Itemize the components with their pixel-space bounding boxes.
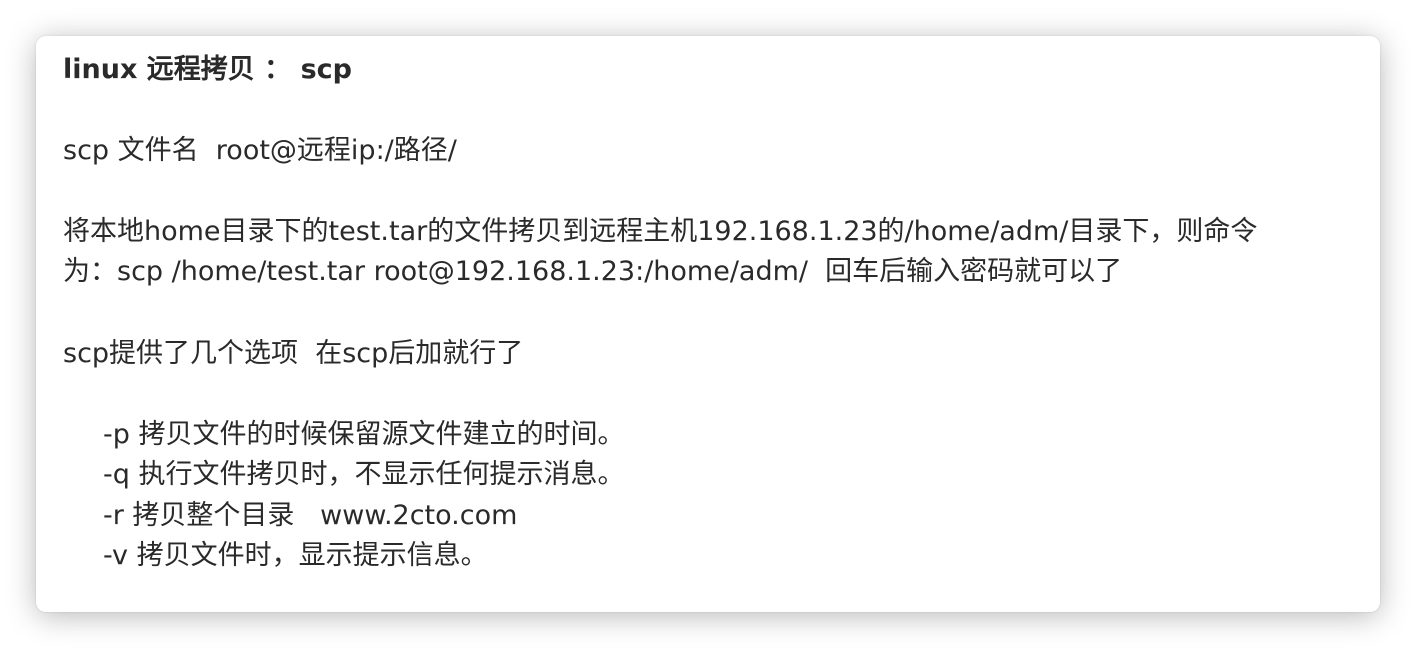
- syntax-line: scp 文件名 root@远程ip:/路径/: [63, 135, 457, 166]
- option-item: -p 拷贝文件的时候保留源文件建立的时间。: [103, 419, 625, 450]
- option-item: -r 拷贝整个目录 www.2cto.com: [103, 500, 518, 531]
- option-item: -q 执行文件拷贝时，不显示任何提示消息。: [103, 459, 625, 490]
- document-title: linux 远程拷贝 ： scp: [63, 54, 352, 85]
- example-line-1: 将本地home目录下的test.tar的文件拷贝到远程主机192.168.1.2…: [63, 216, 1258, 247]
- document-card: linux 远程拷贝 ： scp scp 文件名 root@远程ip:/路径/ …: [36, 36, 1380, 612]
- example-line-2: 为：scp /home/test.tar root@192.168.1.23:/…: [63, 256, 1123, 287]
- option-item: -v 拷贝文件时，显示提示信息。: [103, 540, 488, 571]
- options-intro: scp提供了几个选项 在scp后加就行了: [63, 338, 524, 369]
